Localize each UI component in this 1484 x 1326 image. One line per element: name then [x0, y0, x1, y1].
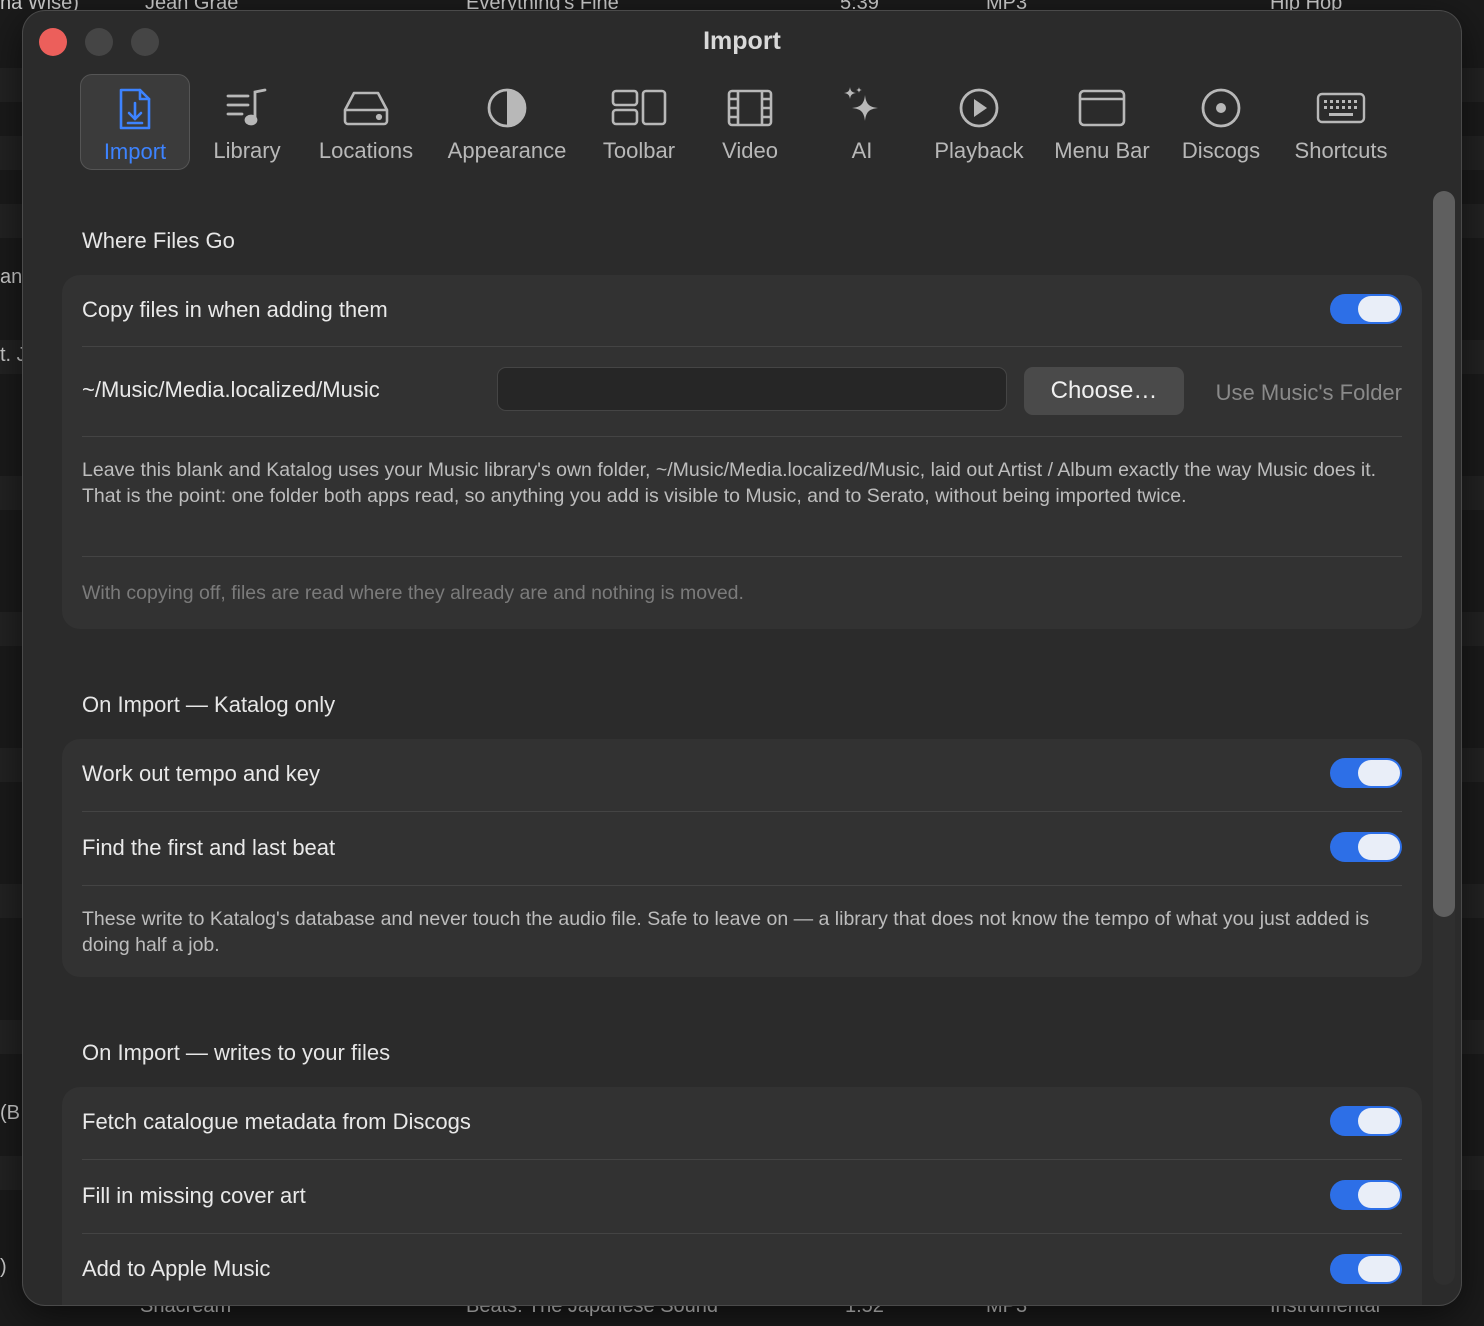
tab-label: Menu Bar	[1054, 138, 1150, 163]
scrollbar-thumb[interactable]	[1433, 191, 1455, 917]
vertical-scrollbar[interactable]	[1433, 191, 1455, 1285]
writes-files-card: Fetch catalogue metadata from Discogs Fi…	[62, 1087, 1422, 1305]
first-last-beat-label: Find the first and last beat	[82, 835, 336, 860]
tab-discogs[interactable]: Discogs	[1174, 74, 1268, 170]
discogs-metadata-row: Fetch catalogue metadata from Discogs	[82, 1087, 1402, 1159]
tab-label: Shortcuts	[1294, 138, 1388, 163]
copy-files-row: Copy files in when adding them	[82, 275, 1402, 345]
choose-folder-button[interactable]: Choose…	[1024, 367, 1184, 415]
bg-cell: an	[0, 266, 23, 288]
apple-music-label: Add to Apple Music	[82, 1256, 271, 1281]
record-icon	[1199, 78, 1243, 138]
cover-art-toggle[interactable]	[1330, 1180, 1402, 1210]
katalog-only-card: Work out tempo and key Find the first an…	[62, 739, 1422, 977]
tab-label: Playback	[934, 138, 1024, 163]
toggle-knob	[1358, 834, 1400, 860]
tempo-key-toggle[interactable]	[1330, 758, 1402, 788]
sparkles-icon	[841, 78, 883, 138]
section-title-where-files-go: Where Files Go	[82, 228, 235, 253]
import-file-icon	[117, 79, 153, 139]
discogs-metadata-toggle[interactable]	[1330, 1106, 1402, 1136]
toolbar-layout-icon	[610, 78, 668, 138]
where-files-go-card: Copy files in when adding them ~/Music/M…	[62, 275, 1422, 629]
music-note-list-icon	[225, 78, 269, 138]
toggle-knob	[1358, 296, 1400, 322]
divider	[82, 436, 1402, 437]
discogs-metadata-label: Fetch catalogue metadata from Discogs	[82, 1109, 471, 1134]
settings-window: Import Import Library Locations Appearan…	[23, 11, 1461, 1305]
divider	[82, 885, 1402, 886]
katalog-only-description: These write to Katalog's database and ne…	[82, 908, 1370, 956]
tab-menu-bar[interactable]: Menu Bar	[1050, 74, 1154, 170]
half-circle-icon	[485, 78, 529, 138]
tab-label: Import	[103, 139, 167, 164]
tempo-key-label: Work out tempo and key	[82, 761, 321, 786]
tab-label: Locations	[318, 138, 414, 163]
bg-cell: (B	[0, 1102, 20, 1124]
divider	[82, 556, 1402, 557]
tab-locations[interactable]: Locations	[313, 74, 419, 170]
copy-files-toggle[interactable]	[1330, 294, 1402, 324]
tempo-key-row: Work out tempo and key	[82, 739, 1402, 811]
tab-label: Appearance	[447, 138, 567, 163]
section-title-katalog-only: On Import — Katalog only	[82, 692, 336, 717]
first-last-beat-row: Find the first and last beat	[82, 812, 1402, 884]
tab-label: AI	[851, 138, 873, 163]
tab-toolbar[interactable]: Toolbar	[593, 74, 685, 170]
folder-path-label: ~/Music/Media.localized/Music	[82, 377, 380, 402]
settings-content: Where Files Go Copy files in when adding…	[23, 187, 1461, 1305]
bg-cell: )	[0, 1256, 7, 1278]
apple-music-toggle[interactable]	[1330, 1254, 1402, 1284]
tab-ai[interactable]: AI	[823, 74, 901, 170]
film-icon	[726, 78, 774, 138]
play-circle-icon	[957, 78, 1001, 138]
tab-video[interactable]: Video	[708, 74, 792, 170]
preferences-toolbar: Import Library Locations Appearance Tool…	[23, 74, 1461, 184]
window-title: Import	[703, 27, 781, 55]
toggle-knob	[1358, 1108, 1400, 1134]
tab-label: Toolbar	[602, 138, 676, 163]
toggle-knob	[1358, 1256, 1400, 1282]
first-last-beat-toggle[interactable]	[1330, 832, 1402, 862]
folder-path-row: ~/Music/Media.localized/Music Choose… Us…	[82, 347, 1402, 435]
cover-art-row: Fill in missing cover art	[82, 1160, 1402, 1232]
tab-import[interactable]: Import	[80, 74, 190, 170]
section-title-writes-files: On Import — writes to your files	[82, 1040, 391, 1065]
copy-files-label: Copy files in when adding them	[82, 297, 388, 322]
cover-art-label: Fill in missing cover art	[82, 1183, 306, 1208]
tab-appearance[interactable]: Appearance	[441, 74, 573, 170]
drive-icon	[342, 78, 390, 138]
tab-playback[interactable]: Playback	[929, 74, 1029, 170]
tab-label: Video	[722, 138, 778, 163]
apple-music-row: Add to Apple Music	[82, 1234, 1402, 1305]
menubar-window-icon	[1077, 78, 1127, 138]
copying-off-note: With copying off, files are read where t…	[82, 582, 744, 604]
toggle-knob	[1358, 1182, 1400, 1208]
tab-library[interactable]: Library	[201, 74, 293, 170]
toggle-knob	[1358, 760, 1400, 786]
use-music-folder-button[interactable]: Use Music's Folder	[1216, 380, 1402, 406]
folder-path-input[interactable]	[497, 367, 1007, 411]
tab-label: Library	[213, 138, 281, 163]
keyboard-icon	[1315, 78, 1367, 138]
tab-shortcuts[interactable]: Shortcuts	[1288, 74, 1394, 170]
tab-label: Discogs	[1181, 138, 1261, 163]
where-files-go-description: Leave this blank and Katalog uses your M…	[82, 459, 1377, 507]
